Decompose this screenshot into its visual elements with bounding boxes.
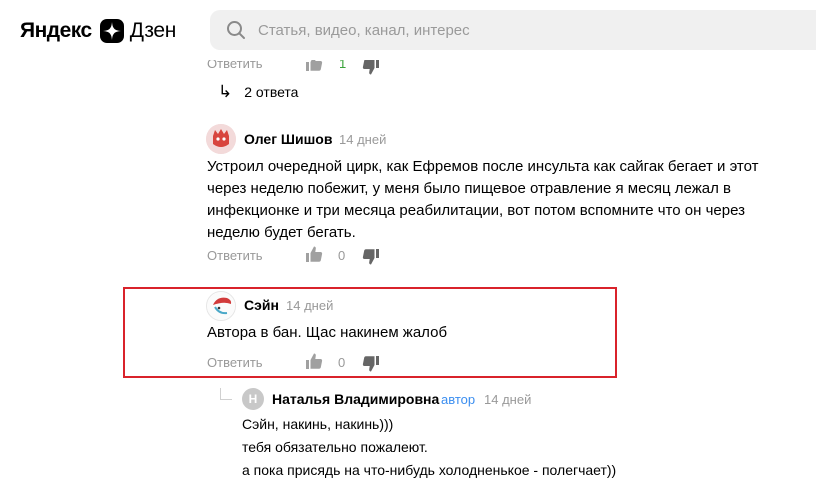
search-input[interactable]: [258, 10, 778, 50]
reply-text-line: Сэйн, накинь, накинь))): [242, 416, 394, 432]
comment-time: 14 дней: [339, 132, 387, 147]
thumbs-up-icon[interactable]: [305, 245, 323, 263]
thumbs-down-icon[interactable]: [362, 248, 380, 266]
avatar[interactable]: [206, 291, 236, 321]
zen-logo-icon: [99, 19, 124, 43]
avatar[interactable]: Н: [242, 388, 264, 410]
replies-toggle[interactable]: ↳ 2 ответа: [218, 82, 298, 102]
replies-count-label: 2 ответа: [244, 84, 299, 100]
comment-text: Устроил очередной цирк, как Ефремов посл…: [207, 156, 767, 244]
author-badge: автор: [441, 392, 476, 407]
thread-connector: [220, 388, 232, 400]
reply-arrow-icon: ↳: [218, 82, 233, 101]
comment-text-line: Автора в бан. Щас накинем жалоб: [207, 324, 448, 341]
comment-author[interactable]: Олег Шишов: [244, 131, 332, 147]
reply-text: Сэйн, накинь, накинь))) тебя обязательно…: [242, 413, 802, 482]
avatar[interactable]: [206, 124, 236, 154]
thumbs-up-icon[interactable]: [305, 352, 323, 370]
search-bar[interactable]: [210, 10, 816, 50]
logo-yandex-text: Яндекс: [20, 19, 92, 42]
comment-time: 14 дней: [286, 298, 334, 313]
reply-text-line: а пока присядь на что-нибудь холодненько…: [242, 462, 617, 478]
like-count: 0: [338, 248, 346, 263]
reply-author[interactable]: Наталья Владимировна: [272, 391, 439, 407]
logo[interactable]: Яндекс Дзен: [20, 17, 176, 45]
header: Яндекс Дзен: [0, 0, 816, 60]
like-count: 0: [338, 355, 346, 370]
thumbs-down-icon[interactable]: [362, 58, 380, 76]
reply-time: 14 дней: [484, 392, 532, 407]
comment-author[interactable]: Сэйн: [244, 297, 279, 313]
thumbs-down-icon[interactable]: [362, 355, 380, 373]
comment-text-line: через неделю побежит, у меня было пищево…: [207, 180, 731, 197]
reply-button[interactable]: Ответить: [207, 355, 263, 370]
reply-text-line: тебя обязательно пожалеют.: [242, 439, 428, 455]
comment-text-line: инфекционке и три месяца реабилитации, в…: [207, 202, 745, 219]
comment-text-line: неделю будет бегать.: [207, 224, 356, 241]
logo-zen-text: Дзен: [129, 19, 177, 42]
search-icon: [226, 20, 246, 40]
reply-button[interactable]: Ответить: [207, 248, 263, 263]
comment-text-line: Устроил очередной цирк, как Ефремов посл…: [207, 158, 759, 175]
comment-text: Автора в бан. Щас накинем жалоб: [207, 322, 607, 344]
